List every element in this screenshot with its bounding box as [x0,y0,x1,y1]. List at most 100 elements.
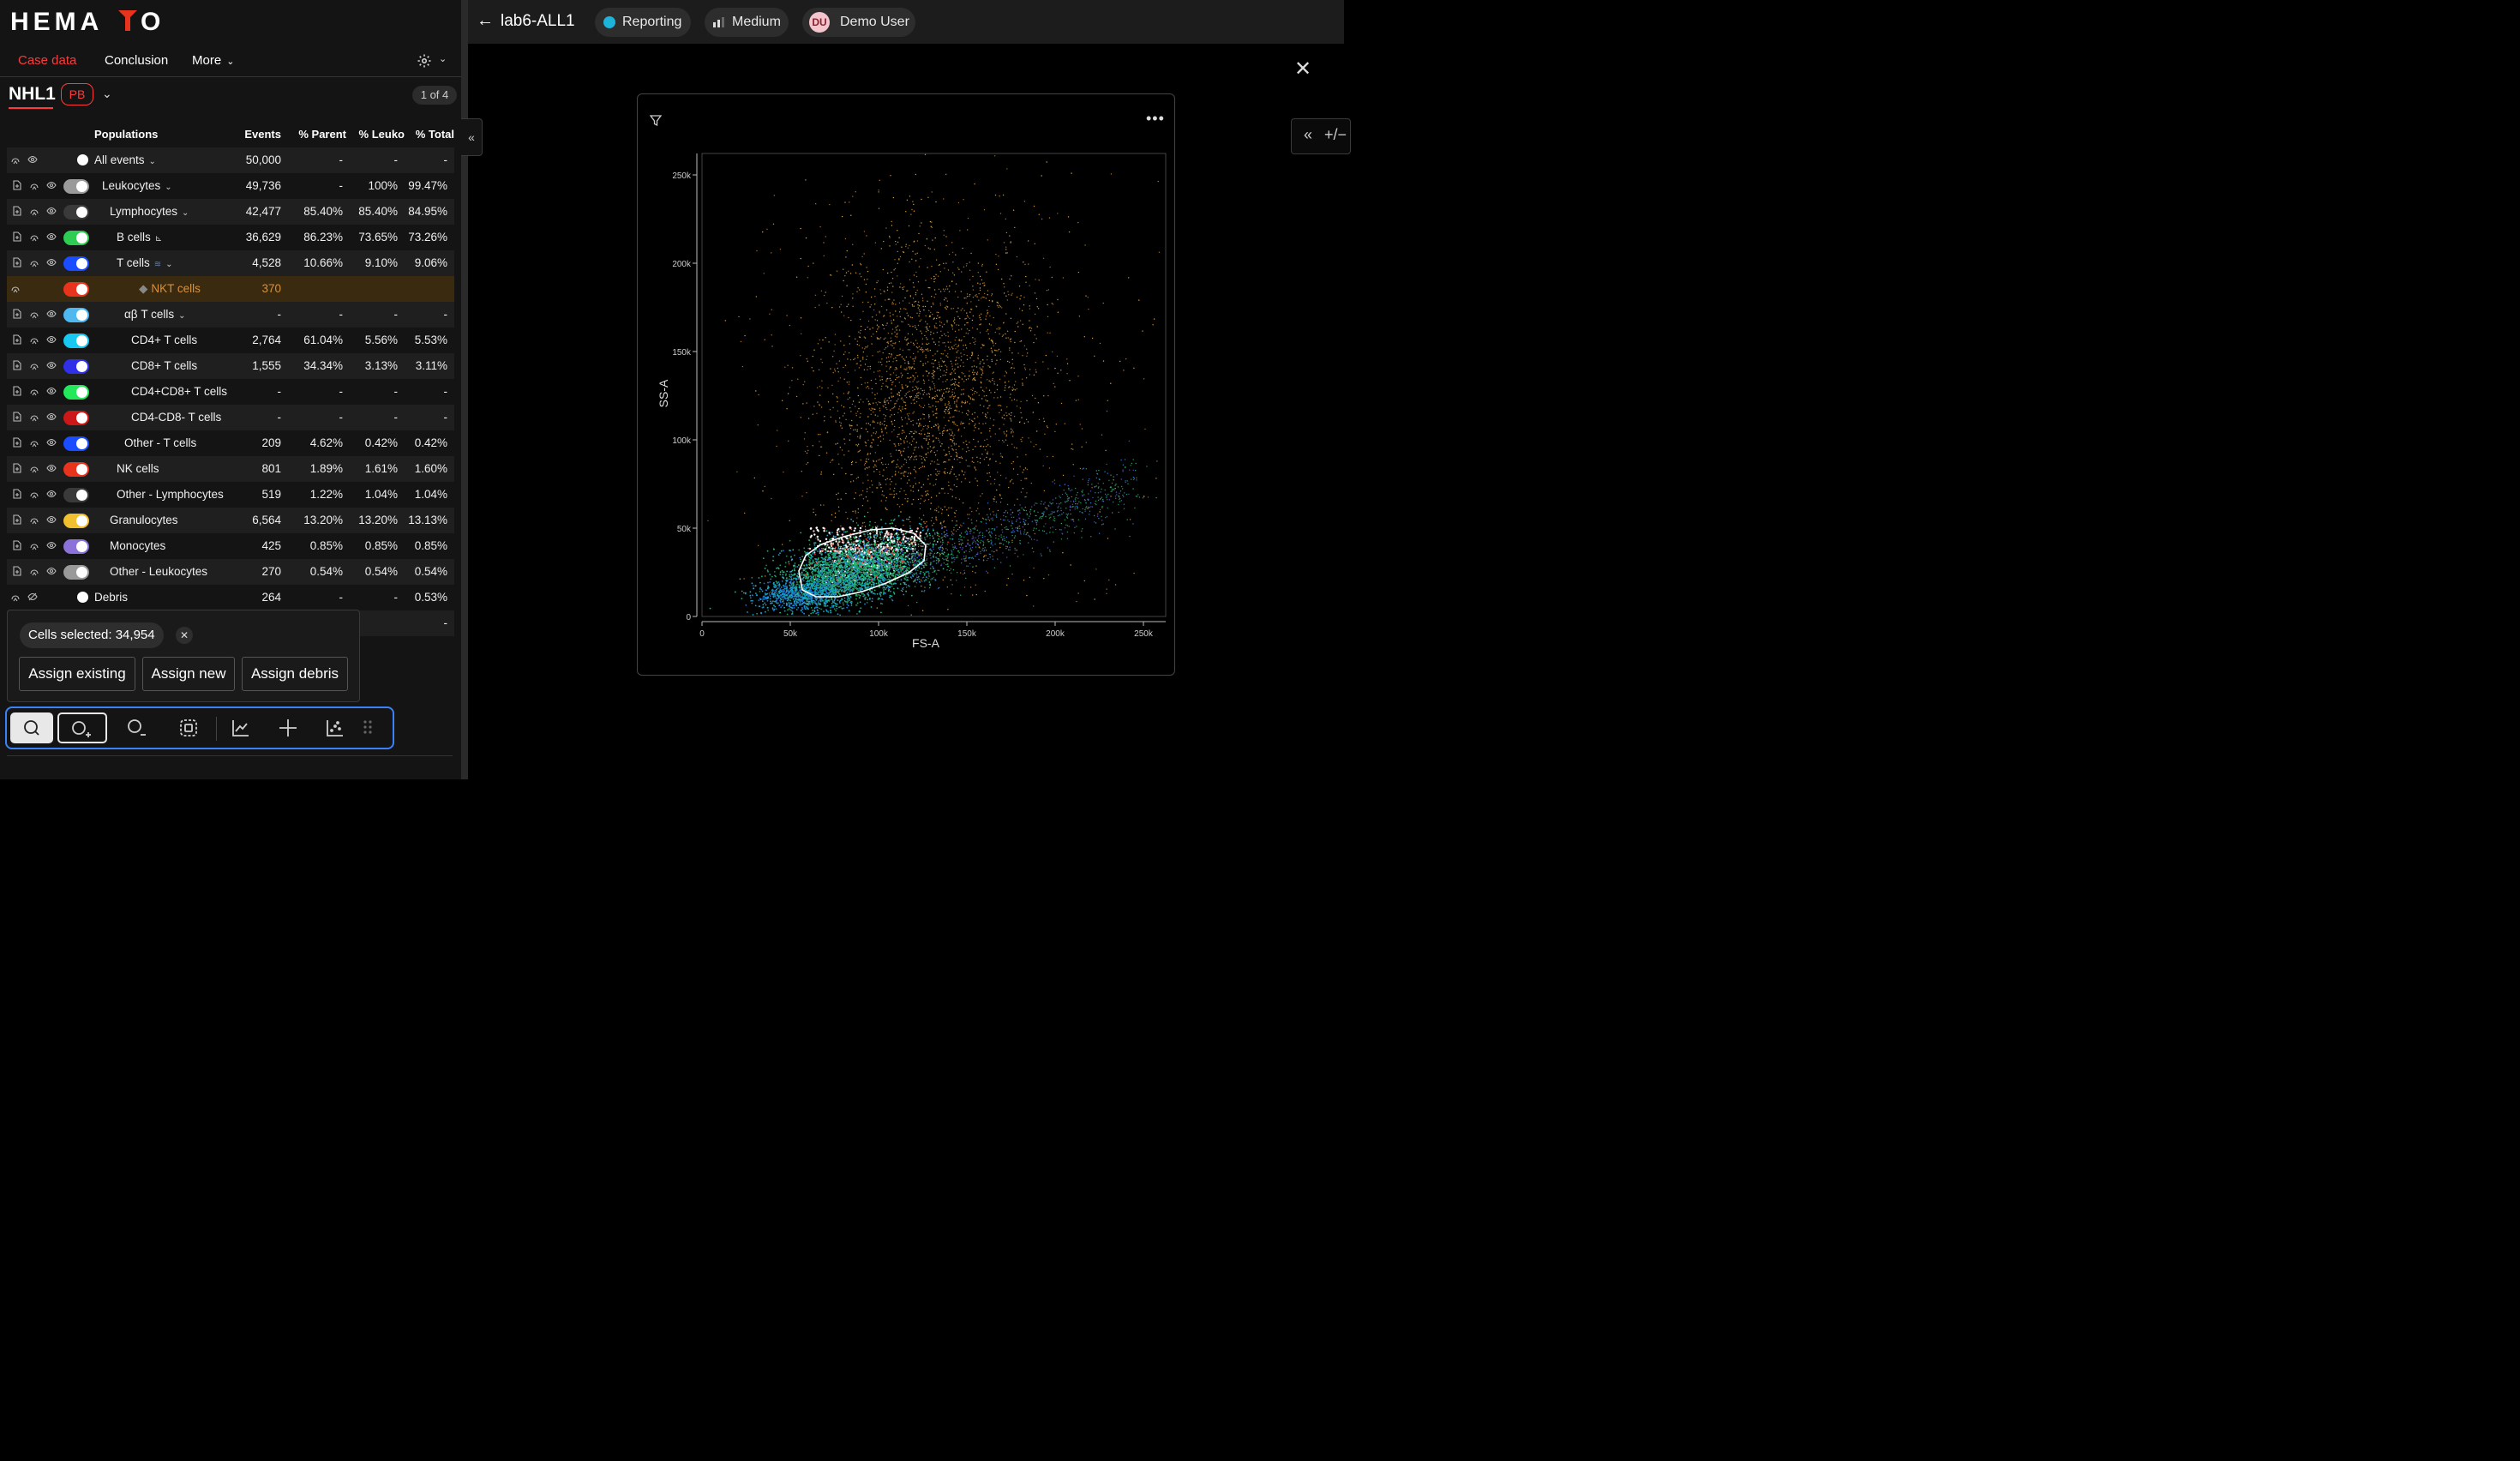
eye-icon[interactable] [46,180,57,190]
table-row[interactable]: NK cells 801 1.89% 1.61% 1.60% [7,456,454,482]
table-row[interactable]: CD8+ T cells 1,555 34.34% 3.13% 3.11% [7,353,454,379]
chevron-down-icon[interactable]: ⌄ [149,157,156,166]
population-color-toggle[interactable] [63,539,89,554]
population-color-toggle[interactable] [63,179,89,194]
table-row[interactable]: Other - T cells 209 4.62% 0.42% 0.42% [7,430,454,456]
scatter-plot[interactable]: 0 50k 100k 150k 200k 250k 0 50k 100k 150k 200k 250k… [638,94,1176,676]
population-color-toggle[interactable] [63,205,89,219]
table-row[interactable]: T cells ≋ ⌄ 4,528 10.66% 9.10% 9.06% [7,250,454,276]
eye-icon[interactable] [27,154,38,165]
table-row[interactable]: Other - Lymphocytes 519 1.22% 1.04% 1.04% [7,482,454,508]
table-row[interactable]: Granulocytes 6,564 13.20% 13.20% 13.13% [7,508,454,533]
population-color-toggle[interactable] [63,385,89,400]
add-subpopulation-icon[interactable] [12,514,22,525]
tab-more[interactable]: More ⌄ [192,53,234,68]
eye-icon[interactable] [46,412,57,422]
population-color-toggle[interactable] [63,282,89,297]
population-color-toggle[interactable] [63,359,89,374]
eye-icon[interactable] [46,540,57,550]
population-color-toggle[interactable] [63,462,89,477]
eye-icon[interactable] [46,463,57,473]
eye-icon[interactable] [46,514,57,525]
add-subpopulation-icon[interactable] [12,386,22,396]
add-subpopulation-icon[interactable] [12,463,22,473]
status-pill[interactable]: Reporting [595,8,691,37]
table-row[interactable]: Debris 264 - - 0.53% [7,585,454,610]
gate-icon[interactable] [29,437,39,448]
population-color-toggle[interactable] [63,411,89,425]
assign-new-button[interactable]: Assign new [142,657,235,691]
add-subpopulation-icon[interactable] [12,206,22,216]
plus-minus-icon[interactable]: +/− [1324,126,1347,144]
collapse-left-panel-button[interactable]: « [461,118,483,156]
gate-icon[interactable] [29,386,39,396]
settings-menu[interactable]: ⌄ [415,51,449,70]
gate-icon[interactable] [29,514,39,525]
box-select-button[interactable] [167,712,210,743]
eye-off-icon[interactable] [27,592,38,602]
eye-icon[interactable] [46,309,57,319]
add-subpopulation-icon[interactable] [12,437,22,448]
add-subpopulation-icon[interactable] [12,566,22,576]
gate-icon[interactable] [29,180,39,190]
table-row[interactable]: CD4+CD8+ T cells - - - - [7,379,454,405]
chevron-down-icon[interactable]: ⌄ [165,183,171,192]
table-row[interactable]: All events ⌄ 50,000 - - - [7,147,454,173]
eye-icon[interactable] [46,334,57,345]
sample-name[interactable]: NHL1 [9,84,56,105]
eye-icon[interactable] [46,206,57,216]
add-subpopulation-icon[interactable] [12,180,22,190]
population-color-toggle[interactable] [63,231,89,245]
table-row[interactable]: αβ T cells ⌄ - - - - [7,302,454,328]
gate-icon[interactable] [29,231,39,242]
table-row[interactable]: CD4+ T cells 2,764 61.04% 5.56% 5.53% [7,328,454,353]
layers-icon[interactable]: ≋ [154,260,161,269]
gate-icon[interactable] [29,309,39,319]
gate-icon[interactable] [29,463,39,473]
population-color-toggle[interactable] [63,308,89,322]
assign-debris-button[interactable]: Assign debris [242,657,348,691]
eye-icon[interactable] [46,566,57,576]
population-color-toggle[interactable] [63,514,89,528]
add-subpopulation-icon[interactable] [12,489,22,499]
add-subpopulation-icon[interactable] [12,257,22,268]
gate-icon[interactable] [29,540,39,550]
eye-icon[interactable] [46,231,57,242]
double-chevron-left-icon[interactable]: « [1304,126,1312,144]
close-icon[interactable]: ✕ [1294,57,1311,81]
grid-view-button[interactable] [355,712,389,743]
table-row[interactable]: B cells ⊾ 36,629 86.23% 73.65% 73.26% [7,225,454,250]
table-row[interactable]: Leukocytes ⌄ 49,736 - 100% 99.47% [7,173,454,199]
table-row[interactable]: Lymphocytes ⌄ 42,477 85.40% 85.40% 84.95% [7,199,454,225]
gate-icon[interactable] [29,489,39,499]
gate-icon[interactable] [29,412,39,422]
population-color-toggle[interactable] [63,334,89,348]
axis-adjust-button[interactable] [219,712,262,743]
eye-icon[interactable] [46,360,57,370]
population-color-toggle[interactable] [63,436,89,451]
eye-icon[interactable] [46,489,57,499]
gate-icon[interactable] [29,257,39,268]
population-color-toggle[interactable] [63,256,89,271]
lasso-subtract-button[interactable] [115,712,158,743]
gate-icon[interactable] [29,334,39,345]
table-row[interactable]: CD4-CD8- T cells - - - - [7,405,454,430]
population-color-toggle[interactable] [63,565,89,580]
eye-icon[interactable] [46,437,57,448]
gate-icon[interactable] [29,360,39,370]
lasso-add-button[interactable] [57,712,107,743]
lasso-select-button[interactable] [10,712,53,743]
chart-icon[interactable]: ⊾ [155,234,162,244]
assign-existing-button[interactable]: Assign existing [19,657,135,691]
user-pill[interactable]: DU Demo User [802,8,915,37]
clear-selection-close-icon[interactable]: ✕ [176,627,193,644]
population-color-toggle[interactable] [63,488,89,502]
gate-icon[interactable] [10,154,21,165]
sample-dropdown-chevron-icon[interactable]: ⌄ [102,87,112,101]
scatter-view-button[interactable] [314,712,357,743]
add-subpopulation-icon[interactable] [12,540,22,550]
add-subpopulation-icon[interactable] [12,309,22,319]
add-subpopulation-icon[interactable] [12,334,22,345]
table-row[interactable]: Other - Leukocytes 270 0.54% 0.54% 0.54% [7,559,454,585]
gate-icon[interactable] [10,592,21,602]
